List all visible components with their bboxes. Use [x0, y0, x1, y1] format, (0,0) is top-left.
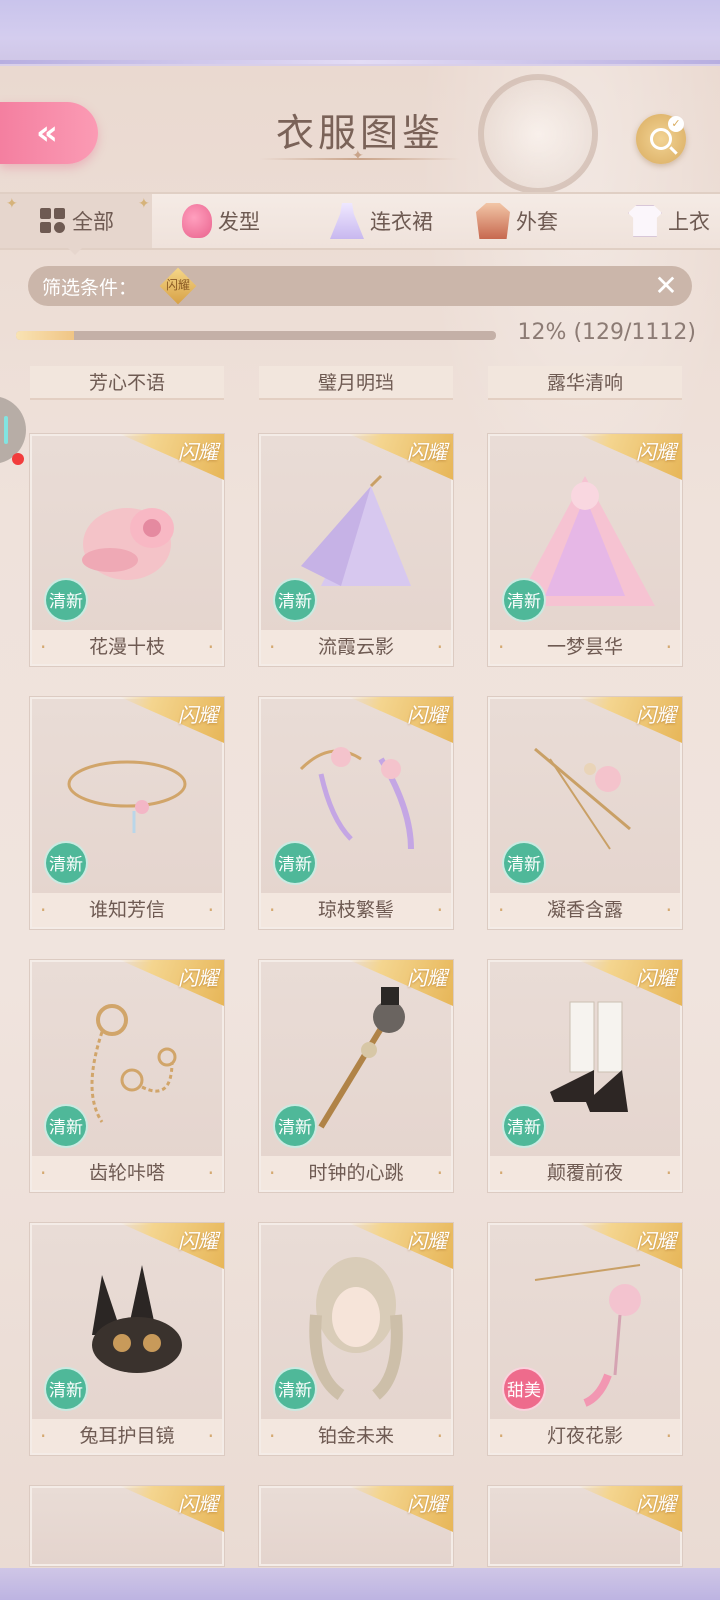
- item-card[interactable]: 闪耀清新凝香含露: [488, 697, 682, 929]
- item-name: 一梦昙华: [490, 630, 680, 664]
- style-badge: 清新: [273, 1367, 317, 1411]
- item-name[interactable]: 璧月明珰: [259, 366, 453, 400]
- item-card[interactable]: 闪耀清新一梦昙华: [488, 434, 682, 666]
- item-name: 时钟的心跳: [261, 1156, 451, 1190]
- header: « 衣服图鉴 ✓: [0, 66, 720, 190]
- shine-label: 闪耀: [178, 703, 218, 727]
- item-name: 铂金未来: [261, 1419, 451, 1453]
- shine-label: 闪耀: [407, 440, 447, 464]
- check-icon: ✓: [668, 116, 684, 132]
- item-card[interactable]: 闪耀清新齿轮咔嗒: [30, 960, 224, 1192]
- tab-label: 上衣: [668, 210, 710, 234]
- item-card[interactable]: 闪耀清新兔耳护目镜: [30, 1223, 224, 1455]
- style-badge: 甜美: [502, 1367, 546, 1411]
- search-icon: [650, 128, 672, 150]
- item-name: 花漫十枝: [32, 630, 222, 664]
- shine-label: 闪耀: [636, 1492, 676, 1516]
- item-card[interactable]: 闪耀: [488, 1486, 682, 1566]
- style-badge: 清新: [44, 1104, 88, 1148]
- search-button[interactable]: ✓: [636, 114, 686, 164]
- item-grid: 芳心不语 璧月明珰 露华清响 闪耀清新花漫十枝闪耀清新流霞云影闪耀清新一梦昙华闪…: [0, 366, 720, 1568]
- item-name[interactable]: 芳心不语: [30, 366, 224, 400]
- item-card[interactable]: 闪耀清新花漫十枝: [30, 434, 224, 666]
- shine-label: 闪耀: [178, 440, 218, 464]
- shine-label: 闪耀: [636, 966, 676, 990]
- item-name: 流霞云影: [261, 630, 451, 664]
- item-name: 灯夜花影: [490, 1419, 680, 1453]
- tab-hairstyle[interactable]: 发型: [152, 194, 300, 248]
- top-icon: [628, 205, 662, 237]
- style-badge: 清新: [273, 841, 317, 885]
- item-name: 齿轮咔嗒: [32, 1156, 222, 1190]
- item-card[interactable]: 闪耀: [259, 1486, 453, 1566]
- filter-bar[interactable]: 筛选条件： 闪耀 ✕: [28, 266, 692, 306]
- status-bar-background: [0, 0, 720, 64]
- collection-progress-text: 12% (129/1112): [517, 320, 696, 345]
- previous-row-names: 芳心不语 璧月明珰 露华清响: [0, 366, 720, 402]
- item-name[interactable]: 露华清响: [488, 366, 682, 400]
- item-card[interactable]: 闪耀清新铂金未来: [259, 1223, 453, 1455]
- title-ornament: [260, 148, 460, 164]
- item-card[interactable]: 闪耀清新谁知芳信: [30, 697, 224, 929]
- item-name: 凝香含露: [490, 893, 680, 927]
- collection-progress-bar: [16, 331, 496, 340]
- tab-coat[interactable]: 外套: [446, 194, 600, 248]
- item-card[interactable]: 闪耀清新时钟的心跳: [259, 960, 453, 1192]
- shine-label: 闪耀: [636, 440, 676, 464]
- item-card[interactable]: 闪耀甜美灯夜花影: [488, 1223, 682, 1455]
- tab-label: 连衣裙: [370, 210, 433, 234]
- sparkle-icon: ✦: [138, 196, 150, 212]
- style-badge: 清新: [502, 578, 546, 622]
- shine-label: 闪耀: [178, 966, 218, 990]
- navigation-bar-background: [0, 1568, 720, 1600]
- style-badge: 清新: [273, 578, 317, 622]
- style-badge: 清新: [44, 841, 88, 885]
- item-card[interactable]: 闪耀清新琼枝繁髻: [259, 697, 453, 929]
- item-name: 琼枝繁髻: [261, 893, 451, 927]
- wardrobe-catalog-screen: « 衣服图鉴 ✓ ✦ ✦ 全部 发型 连衣裙 外套 上: [0, 66, 720, 1568]
- shine-label: 闪耀: [636, 703, 676, 727]
- tab-label: 发型: [218, 210, 260, 234]
- tab-top[interactable]: 上衣: [600, 194, 720, 248]
- shine-label: 闪耀: [407, 1229, 447, 1253]
- style-badge: 清新: [502, 841, 546, 885]
- category-tabs: ✦ ✦ 全部 发型 连衣裙 外套 上衣: [0, 192, 720, 255]
- style-badge: 清新: [502, 1104, 546, 1148]
- dress-icon: [330, 203, 364, 239]
- filter-chip-shine[interactable]: 闪耀: [159, 267, 199, 305]
- shine-label: 闪耀: [178, 1492, 218, 1516]
- style-badge: 清新: [44, 578, 88, 622]
- progress-fill: [16, 331, 74, 340]
- shine-label: 闪耀: [178, 1229, 218, 1253]
- grid-icon: [40, 208, 66, 234]
- filter-chip-label: 闪耀: [166, 278, 191, 292]
- style-badge: 清新: [44, 1367, 88, 1411]
- style-badge: 清新: [273, 1104, 317, 1148]
- tab-all[interactable]: 全部: [0, 194, 152, 248]
- item-name: 兔耳护目镜: [32, 1419, 222, 1453]
- active-tab-indicator: [66, 246, 84, 255]
- item-card[interactable]: 闪耀清新流霞云影: [259, 434, 453, 666]
- shine-label: 闪耀: [636, 1229, 676, 1253]
- item-name: 颠覆前夜: [490, 1156, 680, 1190]
- item-name: 谁知芳信: [32, 893, 222, 927]
- shine-label: 闪耀: [407, 966, 447, 990]
- coat-icon: [476, 203, 510, 239]
- tab-label: 全部: [72, 210, 114, 234]
- item-card[interactable]: 闪耀: [30, 1486, 224, 1566]
- shine-label: 闪耀: [407, 703, 447, 727]
- hair-icon: [182, 204, 212, 238]
- shine-label: 闪耀: [407, 1492, 447, 1516]
- clear-filter-button[interactable]: ✕: [650, 270, 682, 302]
- item-card[interactable]: 闪耀清新颠覆前夜: [488, 960, 682, 1192]
- sparkle-icon: ✦: [6, 196, 18, 212]
- tab-label: 外套: [516, 210, 558, 234]
- tab-dress[interactable]: 连衣裙: [300, 194, 446, 248]
- filter-label: 筛选条件：: [42, 276, 138, 299]
